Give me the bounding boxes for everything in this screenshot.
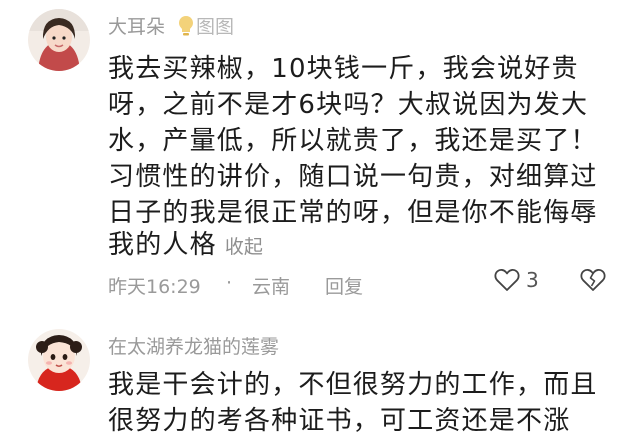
username[interactable]: 大耳朵 bbox=[108, 12, 165, 39]
lightbulb-icon bbox=[179, 15, 193, 35]
comment-text-tail: 我的人格 bbox=[108, 230, 217, 260]
heart-outline-icon bbox=[494, 269, 520, 291]
comment-text-line: 很努力的考各种证书，可工资还是不涨 bbox=[108, 406, 571, 436]
comment-item: 大耳朵 图图 我去买辣椒，10块钱一斤，我会说好贵 呀，之前不是才6块吗？大叔说… bbox=[0, 0, 640, 310]
comment-text-line: 日子的我是很正常的呀，但是你不能侮辱 bbox=[108, 198, 598, 228]
like-count: 3 bbox=[526, 268, 539, 292]
reply-button[interactable]: 回复 bbox=[325, 272, 363, 299]
comment-item: 在太湖养龙猫的莲雾 我是干会计的，不但很努力的工作，而且 很努力的考各种证书，可… bbox=[0, 310, 640, 443]
collapse-link[interactable]: 收起 bbox=[225, 236, 263, 258]
comment-text-line: 呀，之前不是才6块吗？大叔说因为发大 bbox=[108, 90, 589, 120]
dislike-button[interactable] bbox=[580, 268, 606, 292]
username[interactable]: 在太湖养龙猫的莲雾 bbox=[108, 332, 279, 359]
avatar-image bbox=[28, 329, 90, 391]
meta-separator: · bbox=[226, 272, 233, 294]
badge-label: 图图 bbox=[196, 16, 235, 38]
comment-text-line: 水，产量低，所以就贵了，我还是买了！ bbox=[108, 126, 598, 156]
like-button[interactable]: 3 bbox=[494, 268, 539, 292]
user-badge: 图图 bbox=[178, 12, 234, 39]
comment-text-line: 我去买辣椒，10块钱一斤，我会说好贵 bbox=[108, 54, 579, 84]
comment-text-line-last: 我的人格 收起 bbox=[108, 230, 263, 262]
comment-time: 昨天16:29 bbox=[108, 276, 201, 298]
broken-heart-icon bbox=[580, 269, 606, 291]
comment-location: 云南 bbox=[252, 276, 291, 298]
comment-text-line: 习惯性的讲价，随口说一句贵，对细算过 bbox=[108, 162, 598, 192]
comment-text-line: 我是干会计的，不但很努力的工作，而且 bbox=[108, 370, 598, 400]
avatar[interactable] bbox=[28, 9, 90, 71]
avatar[interactable] bbox=[28, 329, 90, 391]
avatar-image bbox=[28, 9, 90, 71]
